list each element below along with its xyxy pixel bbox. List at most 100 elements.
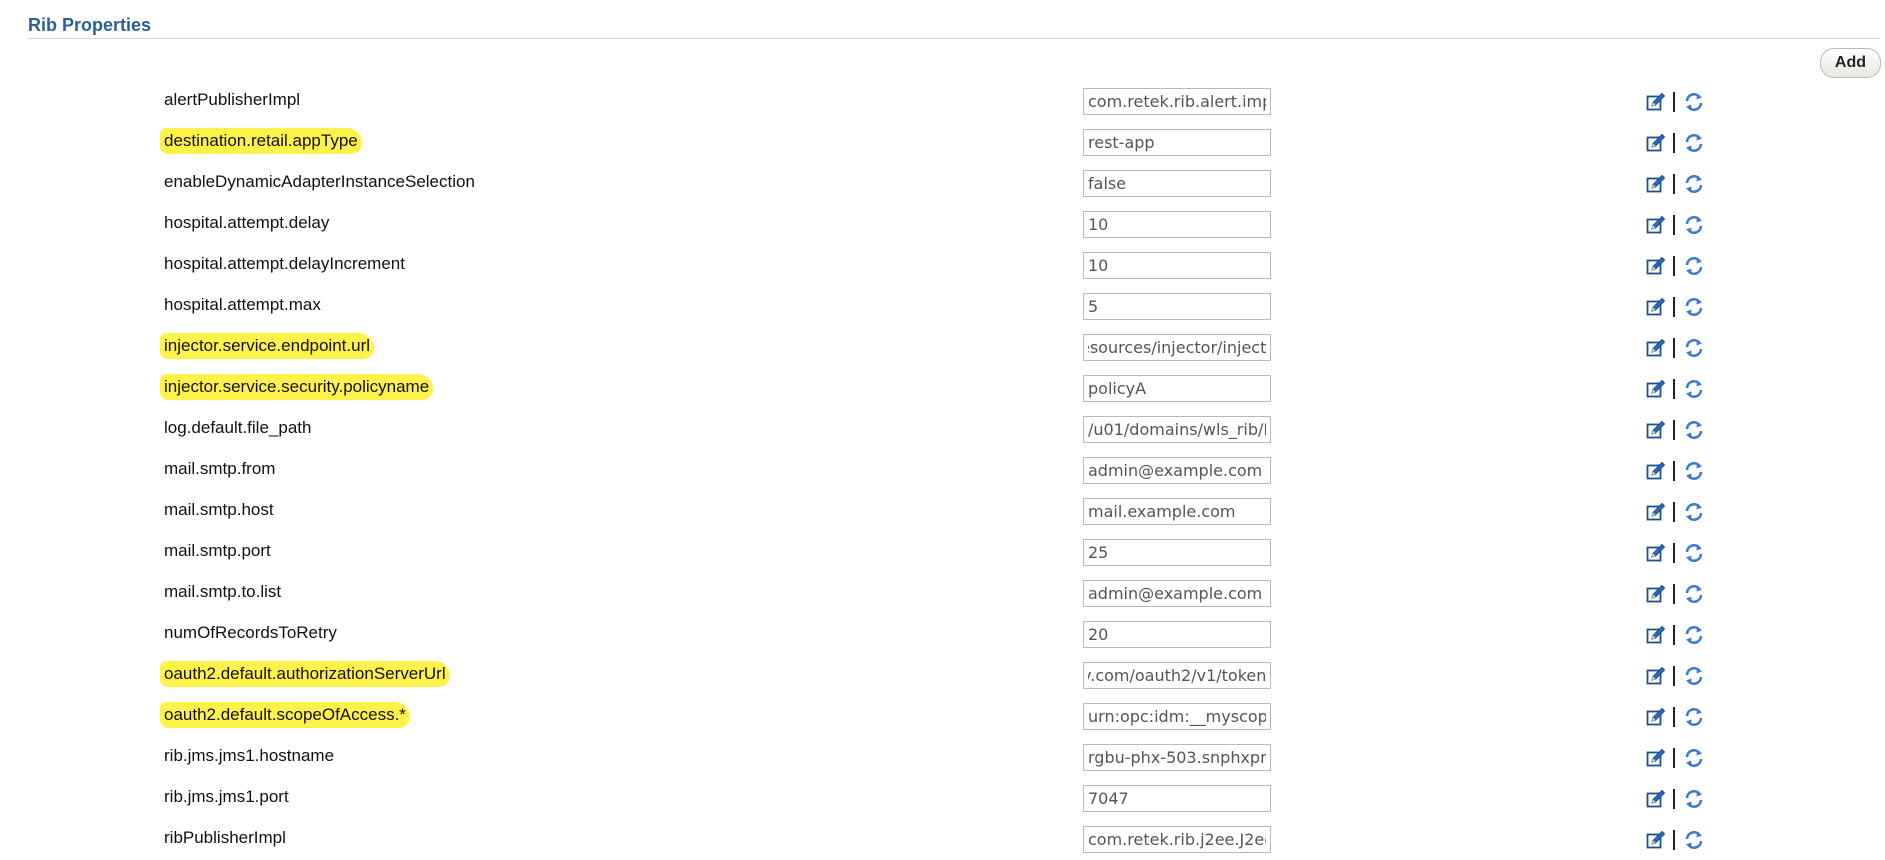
refresh-icon[interactable]	[1683, 706, 1705, 728]
property-value-input[interactable]	[1083, 539, 1271, 566]
refresh-icon[interactable]	[1683, 173, 1705, 195]
row-actions	[1645, 376, 1705, 402]
edit-icon[interactable]	[1645, 255, 1667, 277]
property-row: hospital.attempt.delayIncrement	[0, 246, 1885, 287]
refresh-icon[interactable]	[1683, 337, 1705, 359]
property-value-input[interactable]	[1083, 457, 1271, 484]
action-separator	[1673, 256, 1675, 276]
property-name: rib.jms.jms1.hostname	[164, 746, 335, 765]
property-name: numOfRecordsToRetry	[164, 623, 337, 642]
edit-icon[interactable]	[1645, 706, 1667, 728]
refresh-icon[interactable]	[1683, 132, 1705, 154]
row-actions	[1645, 212, 1705, 238]
property-row: hospital.attempt.max	[0, 287, 1885, 328]
row-actions	[1645, 540, 1705, 566]
property-value-input[interactable]	[1083, 129, 1271, 156]
refresh-icon[interactable]	[1683, 91, 1705, 113]
property-value-input[interactable]	[1083, 334, 1271, 361]
refresh-icon[interactable]	[1683, 460, 1705, 482]
row-actions	[1645, 745, 1705, 771]
action-separator	[1673, 543, 1675, 563]
refresh-icon[interactable]	[1683, 788, 1705, 810]
refresh-icon[interactable]	[1683, 665, 1705, 687]
property-name: log.default.file_path	[164, 418, 312, 437]
property-value-input[interactable]	[1083, 416, 1271, 443]
property-name: oauth2.default.scopeOfAccess.*	[162, 704, 408, 726]
property-value-input[interactable]	[1083, 744, 1271, 771]
property-name: hospital.attempt.delayIncrement	[164, 254, 405, 273]
edit-icon[interactable]	[1645, 460, 1667, 482]
edit-icon[interactable]	[1645, 337, 1667, 359]
property-name: mail.smtp.from	[164, 459, 276, 478]
property-row: mail.smtp.port	[0, 533, 1885, 574]
property-row: numOfRecordsToRetry	[0, 615, 1885, 656]
property-value-input[interactable]	[1083, 88, 1271, 115]
action-separator	[1673, 666, 1675, 686]
refresh-icon[interactable]	[1683, 378, 1705, 400]
property-row: destination.retail.appType	[0, 123, 1885, 164]
action-separator	[1673, 92, 1675, 112]
property-row: enableDynamicAdapterInstanceSelection	[0, 164, 1885, 205]
edit-icon[interactable]	[1645, 501, 1667, 523]
edit-icon[interactable]	[1645, 665, 1667, 687]
property-row: ribPublisherImpl	[0, 820, 1885, 860]
property-value-input[interactable]	[1083, 785, 1271, 812]
property-value-input[interactable]	[1083, 211, 1271, 238]
action-separator	[1673, 461, 1675, 481]
action-separator	[1673, 215, 1675, 235]
property-value-input[interactable]	[1083, 170, 1271, 197]
property-value-input[interactable]	[1083, 703, 1271, 730]
edit-icon[interactable]	[1645, 173, 1667, 195]
row-actions	[1645, 130, 1705, 156]
property-value-input[interactable]	[1083, 621, 1271, 648]
refresh-icon[interactable]	[1683, 255, 1705, 277]
property-value-input[interactable]	[1083, 375, 1271, 402]
property-name: oauth2.default.authorizationServerUrl	[162, 663, 448, 685]
row-actions	[1645, 294, 1705, 320]
property-name: alertPublisherImpl	[164, 90, 301, 109]
refresh-icon[interactable]	[1683, 747, 1705, 769]
refresh-icon[interactable]	[1683, 624, 1705, 646]
property-name: destination.retail.appType	[162, 130, 360, 152]
property-row: oauth2.default.authorizationServerUrl	[0, 656, 1885, 697]
property-value-input[interactable]	[1083, 498, 1271, 525]
row-actions	[1645, 827, 1705, 853]
refresh-icon[interactable]	[1683, 542, 1705, 564]
edit-icon[interactable]	[1645, 419, 1667, 441]
edit-icon[interactable]	[1645, 132, 1667, 154]
refresh-icon[interactable]	[1683, 296, 1705, 318]
refresh-icon[interactable]	[1683, 583, 1705, 605]
refresh-icon[interactable]	[1683, 419, 1705, 441]
add-button[interactable]: Add	[1819, 48, 1881, 78]
refresh-icon[interactable]	[1683, 214, 1705, 236]
edit-icon[interactable]	[1645, 583, 1667, 605]
property-name: injector.service.security.policyname	[162, 376, 432, 398]
action-separator	[1673, 338, 1675, 358]
row-actions	[1645, 499, 1705, 525]
edit-icon[interactable]	[1645, 378, 1667, 400]
property-value-input[interactable]	[1083, 826, 1271, 853]
refresh-icon[interactable]	[1683, 829, 1705, 851]
action-separator	[1673, 502, 1675, 522]
property-row: mail.smtp.host	[0, 492, 1885, 533]
property-value-input[interactable]	[1083, 293, 1271, 320]
property-value-input[interactable]	[1083, 580, 1271, 607]
edit-icon[interactable]	[1645, 788, 1667, 810]
property-value-input[interactable]	[1083, 662, 1271, 689]
row-actions	[1645, 704, 1705, 730]
edit-icon[interactable]	[1645, 747, 1667, 769]
edit-icon[interactable]	[1645, 296, 1667, 318]
edit-icon[interactable]	[1645, 214, 1667, 236]
row-actions	[1645, 89, 1705, 115]
edit-icon[interactable]	[1645, 91, 1667, 113]
refresh-icon[interactable]	[1683, 501, 1705, 523]
property-row: injector.service.endpoint.url	[0, 328, 1885, 369]
edit-icon[interactable]	[1645, 542, 1667, 564]
edit-icon[interactable]	[1645, 829, 1667, 851]
section-title: Rib Properties	[28, 15, 152, 35]
action-separator	[1673, 584, 1675, 604]
property-value-input[interactable]	[1083, 252, 1271, 279]
property-name: rib.jms.jms1.port	[164, 787, 289, 806]
edit-icon[interactable]	[1645, 624, 1667, 646]
action-separator	[1673, 174, 1675, 194]
